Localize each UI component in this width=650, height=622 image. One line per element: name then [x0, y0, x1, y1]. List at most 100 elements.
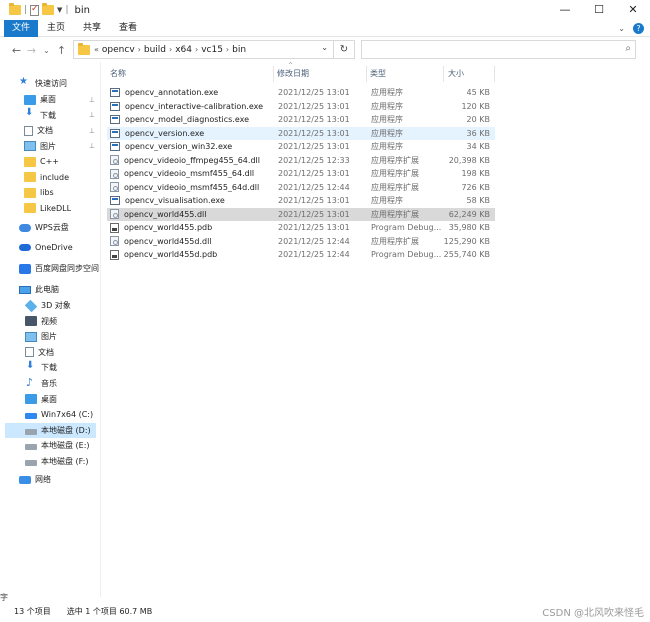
tab-home[interactable]: 主页 — [38, 20, 74, 37]
windows-drive-icon — [25, 413, 37, 420]
sidebar-item-libs[interactable]: libs — [24, 185, 100, 200]
maximize-button[interactable]: ☐ — [582, 0, 616, 20]
file-name: opencv_world455d.pdb — [124, 250, 218, 260]
sidebar-item-pc-8[interactable]: 本地磁盘 (D:) — [5, 422, 96, 438]
sidebar-item-c++[interactable]: C++ — [24, 154, 100, 169]
sidebar-item-include[interactable]: include — [24, 170, 100, 185]
sidebar-item-wps[interactable]: WPS云盘 — [19, 220, 100, 235]
sidebar-item-pc-9[interactable]: 本地磁盘 (E:) — [5, 438, 96, 453]
column-header-date[interactable]: 修改日期 — [277, 66, 309, 82]
column-header-type[interactable]: 类型 — [370, 66, 386, 82]
file-size: 35,980 KB — [448, 223, 490, 233]
sidebar-item--[interactable]: 文档 ⊥ — [24, 123, 100, 138]
sidebar-item--[interactable]: 桌面 ⊥ — [24, 92, 100, 107]
sidebar-item-pc-7[interactable]: Win7x64 (C:) — [5, 407, 96, 422]
search-input[interactable]: ⌕ — [361, 40, 636, 59]
sidebar-item-pc-10[interactable]: 本地磁盘 (F:) — [5, 454, 96, 469]
breadcrumb-x64[interactable]: x64 — [175, 45, 192, 55]
file-row[interactable]: opencv_version_win32.exe 2021/12/25 13:01… — [107, 140, 495, 154]
folder-icon — [24, 172, 36, 182]
column-header-size[interactable]: 大小 — [448, 66, 464, 82]
breadcrumb-separator-icon[interactable]: › — [195, 45, 198, 54]
sidebar-item-onedrive[interactable]: OneDrive — [19, 240, 100, 255]
wps-cloud-icon — [19, 223, 31, 232]
file-row[interactable]: opencv_version.exe 2021/12/25 13:01 应用程序 36… — [107, 126, 495, 140]
sidebar-item-pc-2[interactable]: 图片 — [5, 329, 96, 344]
sidebar-item-pc-0[interactable]: 3D 对象 — [5, 298, 96, 313]
file-row[interactable]: opencv_videoio_msmf455_64.dll 2021/12/25 … — [107, 167, 495, 181]
file-row[interactable]: opencv_world455.dll 2021/12/25 13:01 应用程序扩… — [107, 207, 495, 221]
expand-ribbon-icon[interactable]: ⌄ — [618, 20, 625, 37]
file-row[interactable]: opencv_videoio_ffmpeg455_64.dll 2021/12/2… — [107, 154, 495, 168]
sidebar-item-pc-5[interactable]: 音乐 — [5, 376, 96, 391]
sidebar-item-quick-access[interactable]: 快速访问 — [19, 76, 100, 91]
back-button[interactable]: ← — [9, 44, 24, 57]
sidebar-item--[interactable]: 图片 ⊥ — [24, 139, 100, 154]
file-size: 726 KB — [461, 182, 490, 192]
file-row[interactable]: opencv_world455d.pdb 2021/12/25 12:44 Prog… — [107, 248, 495, 262]
3d-objects-icon — [24, 299, 38, 312]
sidebar-item-label: 3D 对象 — [41, 301, 71, 310]
sidebar-item-label: 下载 — [40, 110, 56, 120]
new-folder-icon[interactable] — [42, 3, 55, 15]
file-name: opencv_interactive-calibration.exe — [125, 101, 264, 111]
file-row[interactable]: opencv_world455d.dll 2021/12/25 12:44 应用程序… — [107, 235, 495, 249]
address-dropdown-icon[interactable]: ⌄ — [321, 43, 328, 52]
sidebar-item-network[interactable]: 网络 — [19, 472, 100, 487]
refresh-button[interactable]: ↻ — [333, 40, 355, 59]
address-bar[interactable]: « opencv › build › x64 › vc15 › bin ⌄ — [73, 40, 355, 59]
tab-share[interactable]: 共享 — [74, 20, 110, 37]
breadcrumb-opencv[interactable]: opencv — [102, 45, 135, 55]
tab-view[interactable]: 查看 — [110, 20, 146, 37]
folder-icon — [78, 42, 90, 55]
sidebar-item-pc-6[interactable]: 桌面 — [5, 392, 96, 407]
sidebar-item-this-pc[interactable]: 此电脑 — [19, 282, 100, 297]
customize-toolbar-caret-icon[interactable]: ▼ — [57, 6, 62, 14]
sidebar-item-pc-4[interactable]: 下载 — [5, 360, 96, 375]
properties-icon[interactable] — [30, 4, 40, 16]
quick-access-toolbar: | ▼ | — [0, 3, 68, 16]
column-divider[interactable] — [366, 66, 367, 82]
breadcrumb-separator-icon[interactable]: › — [138, 45, 141, 54]
file-row[interactable]: opencv_model_diagnostics.exe 2021/12/25 1… — [107, 113, 495, 127]
breadcrumb-overflow[interactable]: « — [94, 45, 99, 54]
recent-locations-button[interactable]: ⌄ — [39, 46, 54, 55]
search-icon[interactable]: ⌕ — [625, 43, 631, 54]
tab-file[interactable]: 文件 — [4, 19, 39, 37]
file-row[interactable]: opencv_annotation.exe 2021/12/25 13:01 应用程… — [107, 86, 495, 100]
file-row[interactable]: opencv_visualisation.exe 2021/12/25 13:01… — [107, 194, 495, 208]
file-size: 255,740 KB — [443, 250, 490, 260]
file-date: 2021/12/25 12:44 — [278, 250, 350, 260]
sidebar-item--[interactable]: 下载 ⊥ — [24, 107, 100, 123]
sidebar-item-baidu[interactable]: 百度网盘同步空间 — [19, 261, 100, 276]
help-icon[interactable]: ? — [633, 23, 644, 34]
minimize-button[interactable]: — — [548, 0, 582, 20]
file-row[interactable]: opencv_world455.pdb 2021/12/25 13:01 Progr… — [107, 221, 495, 235]
exe-file-icon — [110, 115, 120, 125]
folder-icon — [24, 187, 36, 198]
column-divider[interactable] — [443, 66, 444, 82]
column-divider[interactable] — [494, 66, 495, 82]
breadcrumb-separator-icon[interactable]: › — [226, 45, 229, 54]
file-row[interactable]: opencv_videoio_msmf455_64d.dll 2021/12/25… — [107, 181, 495, 195]
drive-icon — [25, 444, 37, 451]
sidebar-item-pc-1[interactable]: 视频 — [5, 314, 96, 329]
breadcrumb-build[interactable]: build — [144, 45, 166, 55]
exe-file-icon — [110, 101, 120, 111]
sidebar-item-likedll[interactable]: LikeDLL — [24, 201, 100, 216]
file-date: 2021/12/25 13:01 — [278, 128, 350, 138]
forward-button[interactable]: → — [24, 44, 39, 57]
column-header-name[interactable]: 名称 — [110, 66, 126, 82]
breadcrumb-bin[interactable]: bin — [232, 45, 246, 55]
sidebar-item-label: 音乐 — [41, 379, 57, 388]
file-size: 20,398 KB — [448, 155, 490, 165]
breadcrumb-separator-icon[interactable]: › — [169, 45, 172, 54]
breadcrumb-vc15[interactable]: vc15 — [201, 45, 223, 55]
file-size: 125,290 KB — [443, 236, 490, 246]
sidebar-item-pc-3[interactable]: 文档 — [5, 345, 96, 360]
dll-file-icon — [110, 236, 119, 247]
column-divider[interactable] — [273, 66, 274, 82]
up-button[interactable]: ↑ — [54, 44, 69, 57]
close-button[interactable]: ✕ — [616, 0, 650, 20]
file-row[interactable]: opencv_interactive-calibration.exe 2021/1… — [107, 100, 495, 114]
